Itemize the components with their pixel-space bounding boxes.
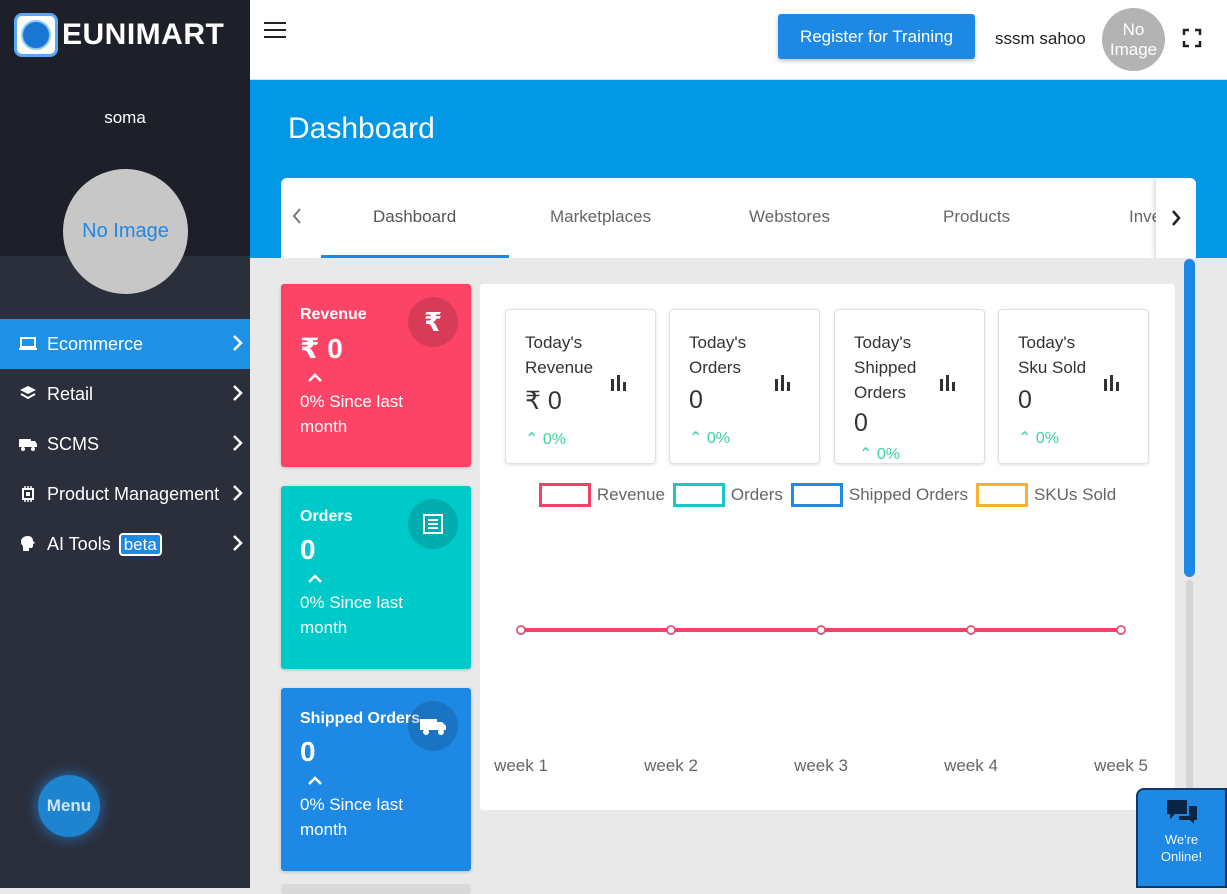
avatar-text-line1: No	[1122, 19, 1145, 39]
header-user-name[interactable]: sssm sahoo	[995, 29, 1086, 49]
brain-icon	[18, 534, 38, 554]
avatar-text-line2: Image	[1109, 39, 1158, 59]
x-tick-label: week 4	[943, 756, 998, 775]
sidebar-item-scms[interactable]: SCMS	[0, 419, 250, 469]
sidebar: EUNIMART soma No Image Ecommerce Retail …	[0, 0, 250, 888]
laptop-icon	[18, 334, 38, 354]
sidebar-item-label: SCMS	[47, 433, 100, 454]
data-point[interactable]	[816, 625, 826, 635]
chevron-right-icon[interactable]	[1156, 178, 1196, 258]
revenue-card[interactable]: Revenue ₹ 0 0% Since last month ₹	[281, 284, 471, 467]
sidebar-item-label: Retail	[47, 383, 94, 404]
x-tick-label: week 2	[643, 756, 698, 775]
chevron-left-icon[interactable]	[291, 206, 303, 231]
data-point[interactable]	[1116, 625, 1126, 635]
chevron-right-icon	[232, 383, 244, 408]
sidebar-user-name: soma	[104, 108, 146, 127]
chat-icon	[1165, 800, 1199, 829]
chart-panel: Today's Revenue ₹ 0 ⌃ 0% Today's Orders …	[480, 284, 1175, 810]
arrow-up-icon	[300, 367, 471, 389]
header-avatar[interactable]: No Image	[1102, 8, 1165, 71]
rupee-icon: ₹	[408, 297, 458, 347]
sidebar-nav: Ecommerce Retail SCMS Product Management	[0, 319, 250, 569]
shipped-orders-card[interactable]: Shipped Orders 0 0% Since last month	[281, 688, 471, 871]
sidebar-item-ecommerce[interactable]: Ecommerce	[0, 319, 250, 369]
arrow-up-icon	[300, 770, 471, 792]
chat-text-line1: We're	[1164, 832, 1199, 847]
next-card-peek	[281, 884, 471, 894]
sidebar-item-label: Product Management	[47, 483, 220, 504]
orders-card[interactable]: Orders 0 0% Since last month	[281, 486, 471, 669]
chip-icon	[18, 484, 38, 504]
chevron-right-icon	[232, 433, 244, 458]
x-tick-label: week 1	[493, 756, 548, 775]
list-icon	[408, 499, 458, 549]
sidebar-avatar: No Image	[63, 169, 188, 294]
active-tab-indicator	[321, 255, 509, 258]
chat-text-line2: Online!	[1160, 849, 1203, 864]
line-chart: week 1 week 2 week 3 week 4 week 5	[493, 625, 1148, 775]
kpi-title: Shipped Orders	[300, 710, 420, 727]
top-header: Register for Training sssm sahoo No Image	[250, 0, 1227, 80]
sidebar-item-product-management[interactable]: Product Management	[0, 469, 250, 519]
tab-products[interactable]: Products	[943, 207, 1010, 227]
chat-widget[interactable]: We're Online!	[1136, 788, 1227, 888]
chevron-right-icon	[232, 483, 244, 508]
beta-badge: beta	[118, 532, 162, 556]
scrollbar-thumb[interactable]	[1184, 259, 1195, 577]
layers-icon	[18, 384, 38, 404]
globe-icon	[14, 13, 58, 57]
x-tick-label: week 3	[793, 756, 848, 775]
fullscreen-icon[interactable]	[1182, 28, 1202, 48]
page-title: Dashboard	[288, 112, 435, 145]
chevron-right-icon	[232, 533, 244, 558]
sidebar-item-label: Ecommerce	[47, 333, 144, 354]
brand-name: EUNIMART	[62, 18, 225, 51]
sidebar-item-label: AI Tools	[47, 533, 111, 554]
truck-icon	[18, 434, 38, 454]
tab-dashboard[interactable]: Dashboard	[373, 207, 456, 227]
register-training-button[interactable]: Register for Training	[778, 14, 975, 59]
data-point[interactable]	[966, 625, 976, 635]
kpi-subtext: 0% Since last month	[300, 593, 403, 637]
truck-icon	[408, 701, 458, 751]
hamburger-icon[interactable]	[264, 22, 286, 40]
kpi-subtext: 0% Since last month	[300, 795, 403, 839]
x-tick-label: week 5	[1093, 756, 1148, 775]
tab-marketplaces[interactable]: Marketplaces	[550, 207, 651, 227]
kpi-subtext: 0% Since last month	[300, 392, 403, 436]
menu-button[interactable]: Menu	[38, 775, 100, 837]
tab-webstores[interactable]: Webstores	[749, 207, 830, 227]
chevron-right-icon	[232, 333, 244, 358]
arrow-up-icon	[300, 568, 471, 590]
tab-bar: Dashboard Marketplaces Webstores Product…	[281, 178, 1196, 258]
brand-logo[interactable]: EUNIMART	[14, 13, 224, 57]
data-point[interactable]	[516, 625, 526, 635]
data-point[interactable]	[666, 625, 676, 635]
sidebar-item-retail[interactable]: Retail	[0, 369, 250, 419]
sidebar-item-ai-tools[interactable]: AI Tools beta	[0, 519, 250, 569]
